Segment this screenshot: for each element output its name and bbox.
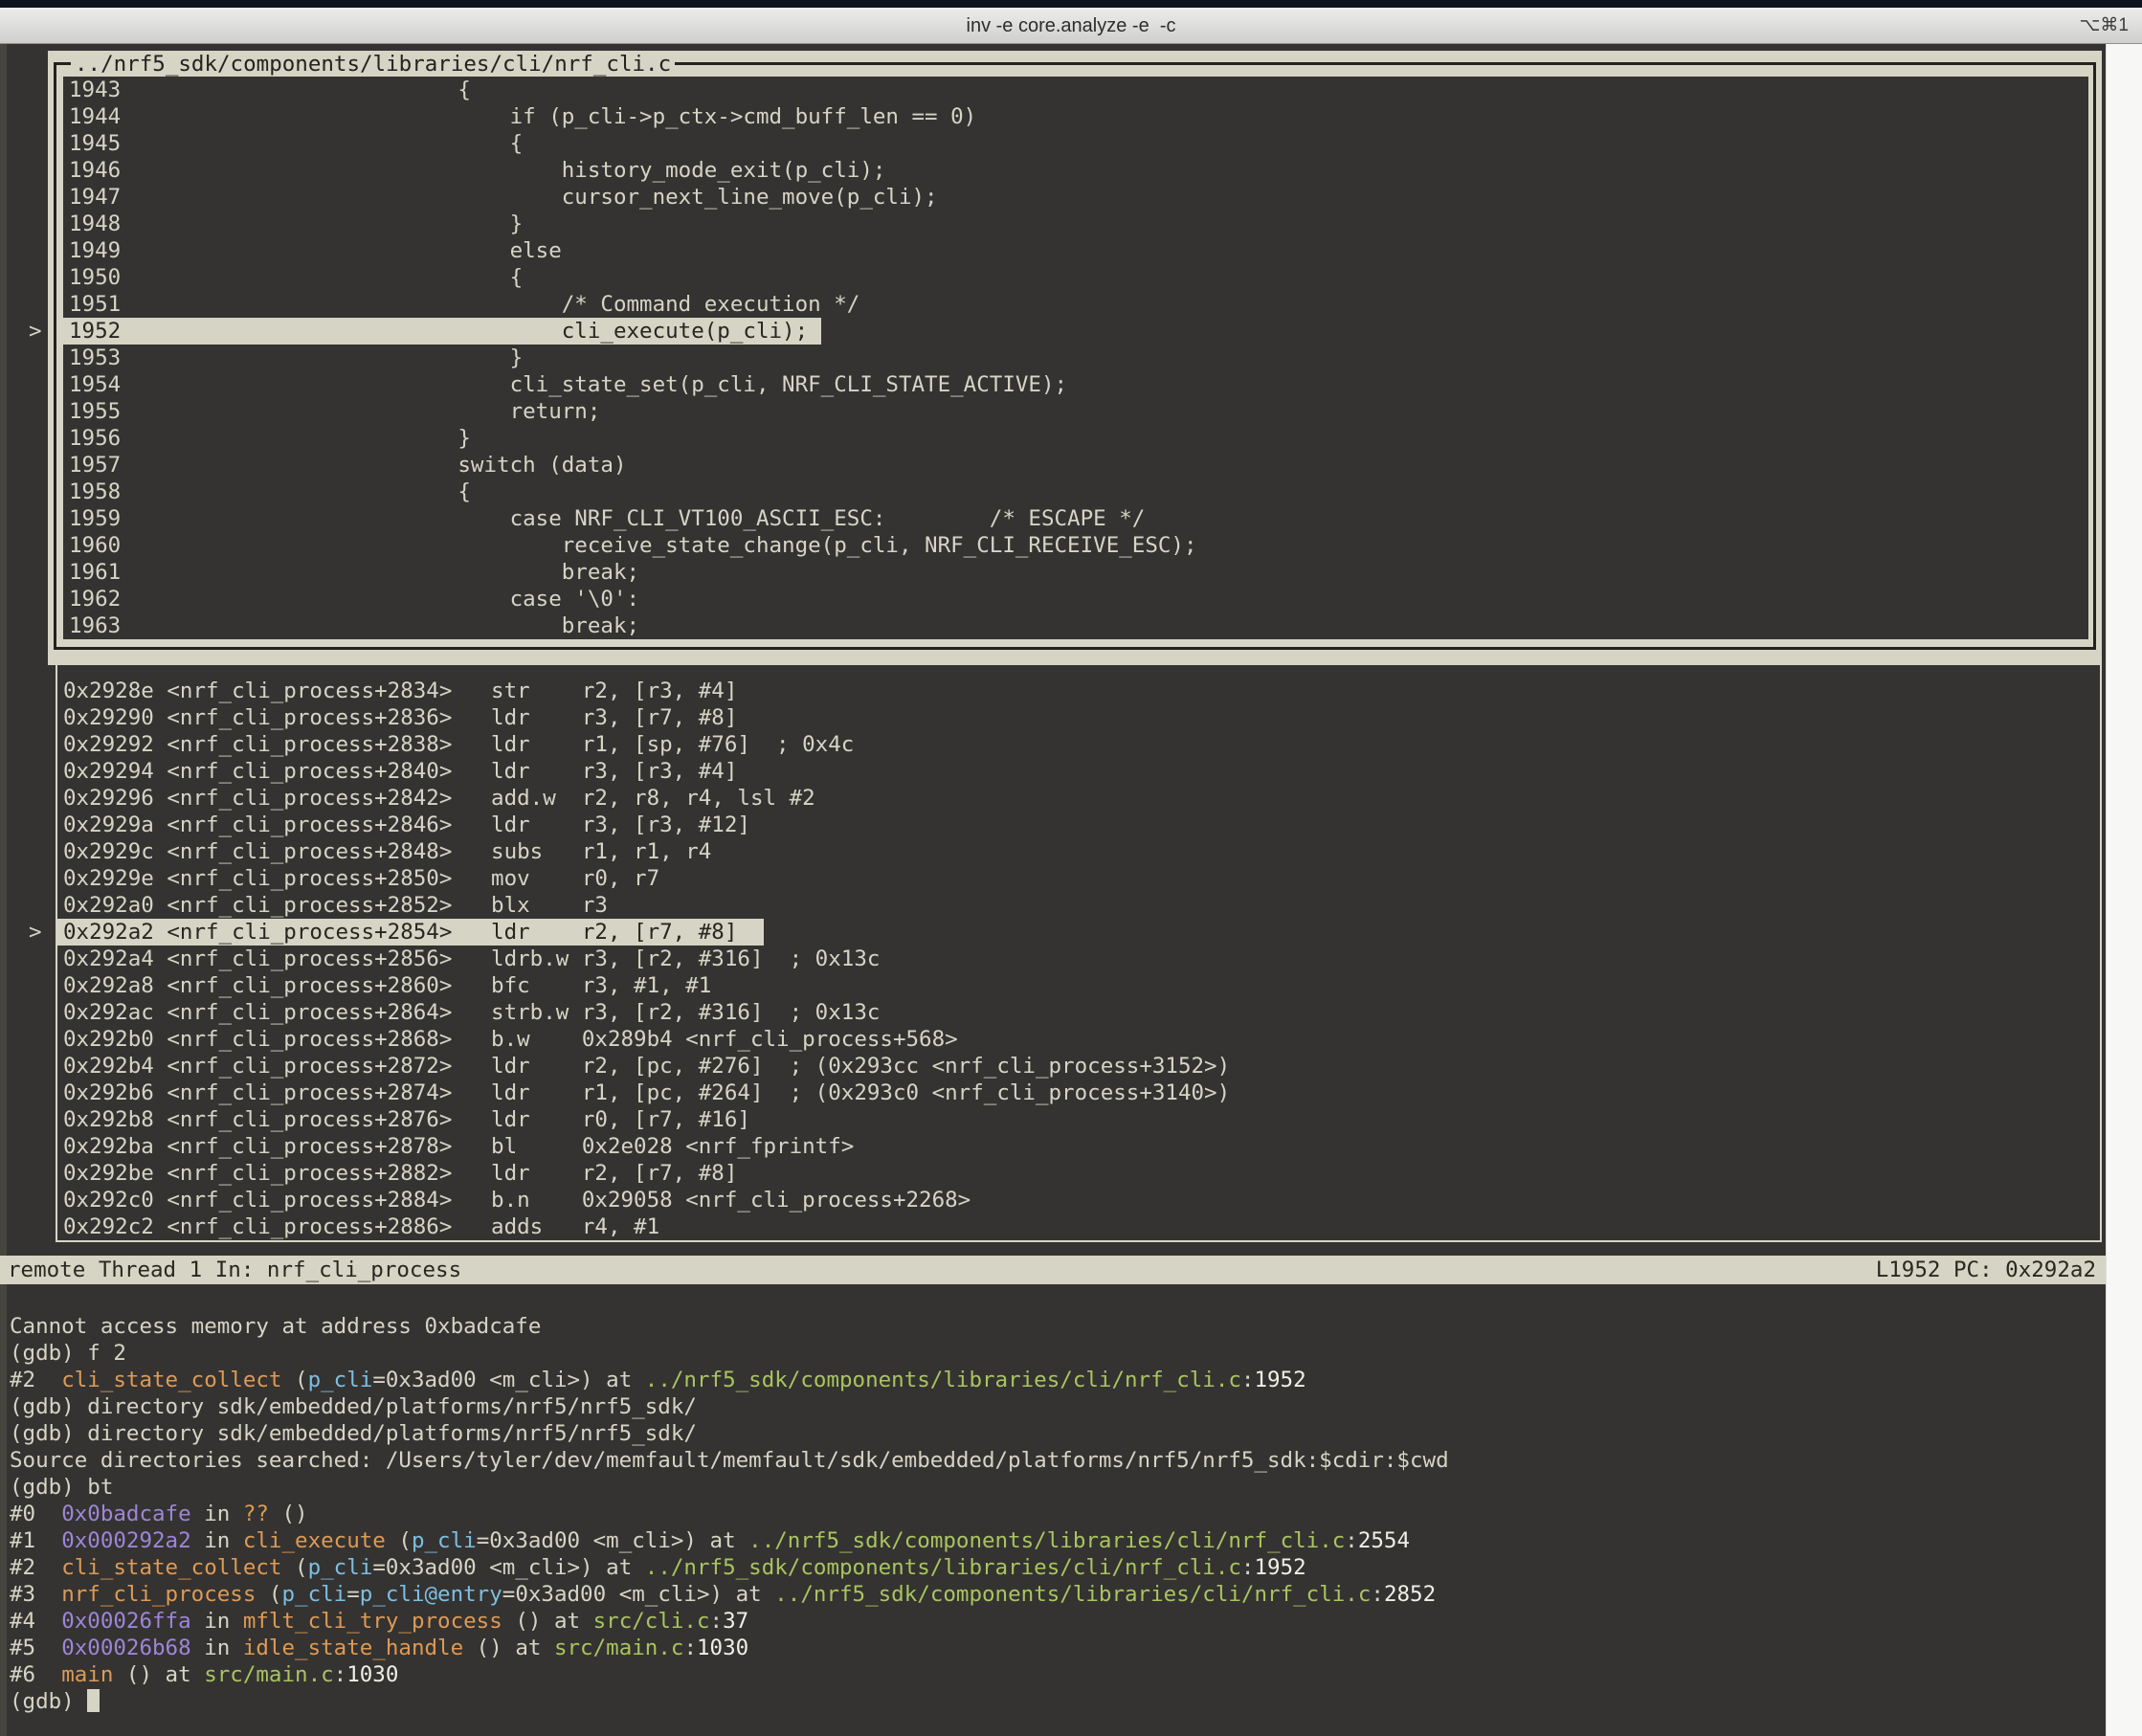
asm-line: 0x292be <nrf_cli_process+2882> ldr r2, [… [57,1160,2100,1187]
source-line: 1954 cli_state_set(p_cli, NRF_CLI_STATE_… [63,371,2088,398]
console-line: Source directories searched: /Users/tyle… [0,1447,2106,1474]
terminal-cursor [87,1689,100,1712]
asm-line: 0x29294 <nrf_cli_process+2840> ldr r3, [… [57,758,2100,785]
source-line: 1947 cursor_next_line_move(p_cli); [63,184,2088,211]
source-line: 1950 { [63,264,2088,291]
asm-current-line-marker: > [29,919,48,946]
source-line: 1963 break; [63,612,2088,639]
source-code-area: 1943 {1944 if (p_cli->p_ctx->cmd_buff_le… [63,77,2088,639]
console-line: #2 cli_state_collect (p_cli=0x3ad00 <m_c… [0,1367,2106,1393]
console-line: (gdb) directory sdk/embedded/platforms/n… [0,1393,2106,1420]
terminal-scrollbar[interactable] [2106,44,2142,1736]
gdb-console[interactable]: Cannot access memory at address 0xbadcaf… [0,1313,2106,1715]
console-line: #2 cli_state_collect (p_cli=0x3ad00 <m_c… [0,1554,2106,1581]
console-line: (gdb) directory sdk/embedded/platforms/n… [0,1420,2106,1447]
asm-line: 0x292c2 <nrf_cli_process+2886> adds r4, … [57,1213,2100,1240]
asm-line: 0x292b8 <nrf_cli_process+2876> ldr r0, [… [57,1106,2100,1133]
console-line: (gdb) [0,1688,2106,1715]
source-line: 1961 break; [63,559,2088,586]
console-line: (gdb) f 2 [0,1340,2106,1367]
console-line: #5 0x00026b68 in idle_state_handle () at… [0,1635,2106,1661]
console-line: #3 nrf_cli_process (p_cli=p_cli@entry=0x… [0,1581,2106,1608]
asm-line: 0x29292 <nrf_cli_process+2838> ldr r1, [… [57,731,2100,758]
asm-line: 0x2929c <nrf_cli_process+2848> subs r1, … [57,838,2100,865]
source-current-line-marker: > [29,318,48,345]
asm-line: 0x292a4 <nrf_cli_process+2856> ldrb.w r3… [57,946,2100,972]
asm-line: 0x292b0 <nrf_cli_process+2868> b.w 0x289… [57,1026,2100,1053]
tui-source-window[interactable]: ../nrf5_sdk/components/libraries/cli/nrf… [48,51,2102,665]
console-line: #4 0x00026ffa in mflt_cli_try_process ()… [0,1608,2106,1635]
source-line: 1953 } [63,345,2088,371]
source-line: 1957 switch (data) [63,452,2088,479]
console-line: #1 0x000292a2 in cli_execute (p_cli=0x3a… [0,1527,2106,1554]
asm-line: 0x2928e <nrf_cli_process+2834> str r2, [… [57,678,2100,704]
status-thread-info: remote Thread 1 In: nrf_cli_process [8,1256,461,1284]
source-line: 1956 } [63,425,2088,452]
source-line: 1949 else [63,237,2088,264]
console-line: (gdb) bt [0,1474,2106,1501]
asm-line: 0x292b6 <nrf_cli_process+2874> ldr r1, [… [57,1079,2100,1106]
asm-line: 0x292c0 <nrf_cli_process+2884> b.n 0x290… [57,1187,2100,1213]
status-line-pc-info: L1952 PC: 0x292a2 [1876,1256,2096,1284]
source-line: 1951 /* Command execution */ [63,291,2088,318]
window-shortcut-badge: ⌥⌘1 [2080,8,2129,44]
source-line: 1944 if (p_cli->p_ctx->cmd_buff_len == 0… [63,103,2088,130]
asm-line: 0x292a0 <nrf_cli_process+2852> blx r3 [57,892,2100,919]
asm-line: 0x29290 <nrf_cli_process+2836> ldr r3, [… [57,704,2100,731]
source-file-title: ../nrf5_sdk/components/libraries/cli/nrf… [71,52,675,77]
disassembly-area: 0x2928e <nrf_cli_process+2834> str r2, [… [57,678,2100,1240]
source-line: 1955 return; [63,398,2088,425]
source-line: 1959 case NRF_CLI_VT100_ASCII_ESC: /* ES… [63,505,2088,532]
tui-asm-window[interactable]: 0x2928e <nrf_cli_process+2834> str r2, [… [56,665,2102,1242]
window-title: inv -e core.analyze -e -c [0,8,2142,44]
asm-line: 0x292b4 <nrf_cli_process+2872> ldr r2, [… [57,1053,2100,1079]
source-line: 1948 } [63,211,2088,237]
source-line: 1960 receive_state_change(p_cli, NRF_CLI… [63,532,2088,559]
source-line: 1943 { [63,77,2088,103]
asm-line: 0x292ba <nrf_cli_process+2878> bl 0x2e02… [57,1133,2100,1160]
console-line: Cannot access memory at address 0xbadcaf… [0,1313,2106,1340]
console-line: #0 0x0badcafe in ?? () [0,1501,2106,1527]
console-line: #6 main () at src/main.c:1030 [0,1661,2106,1688]
tui-status-bar: remote Thread 1 In: nrf_cli_process L195… [0,1256,2106,1284]
asm-line: 0x292a8 <nrf_cli_process+2860> bfc r3, #… [57,972,2100,999]
source-line: 1946 history_mode_exit(p_cli); [63,157,2088,184]
source-line: 1945 { [63,130,2088,157]
terminal-content[interactable]: ../nrf5_sdk/components/libraries/cli/nrf… [0,44,2142,1736]
asm-line: 0x29296 <nrf_cli_process+2842> add.w r2,… [57,785,2100,812]
source-line: 1952 cli_execute(p_cli); [63,318,2088,345]
source-line: 1958 { [63,479,2088,505]
window-titlebar[interactable]: inv -e core.analyze -e -c ⌥⌘1 [0,8,2142,44]
asm-line: 0x292a2 <nrf_cli_process+2854> ldr r2, [… [57,919,2100,946]
source-line: 1962 case '\0': [63,586,2088,612]
desktop-edge [0,0,2142,8]
asm-line: 0x2929e <nrf_cli_process+2850> mov r0, r… [57,865,2100,892]
terminal-screen: inv -e core.analyze -e -c ⌥⌘1 ../nrf5_sd… [0,0,2142,1736]
asm-line: 0x292ac <nrf_cli_process+2864> strb.w r3… [57,999,2100,1026]
asm-line: 0x2929a <nrf_cli_process+2846> ldr r3, [… [57,812,2100,838]
